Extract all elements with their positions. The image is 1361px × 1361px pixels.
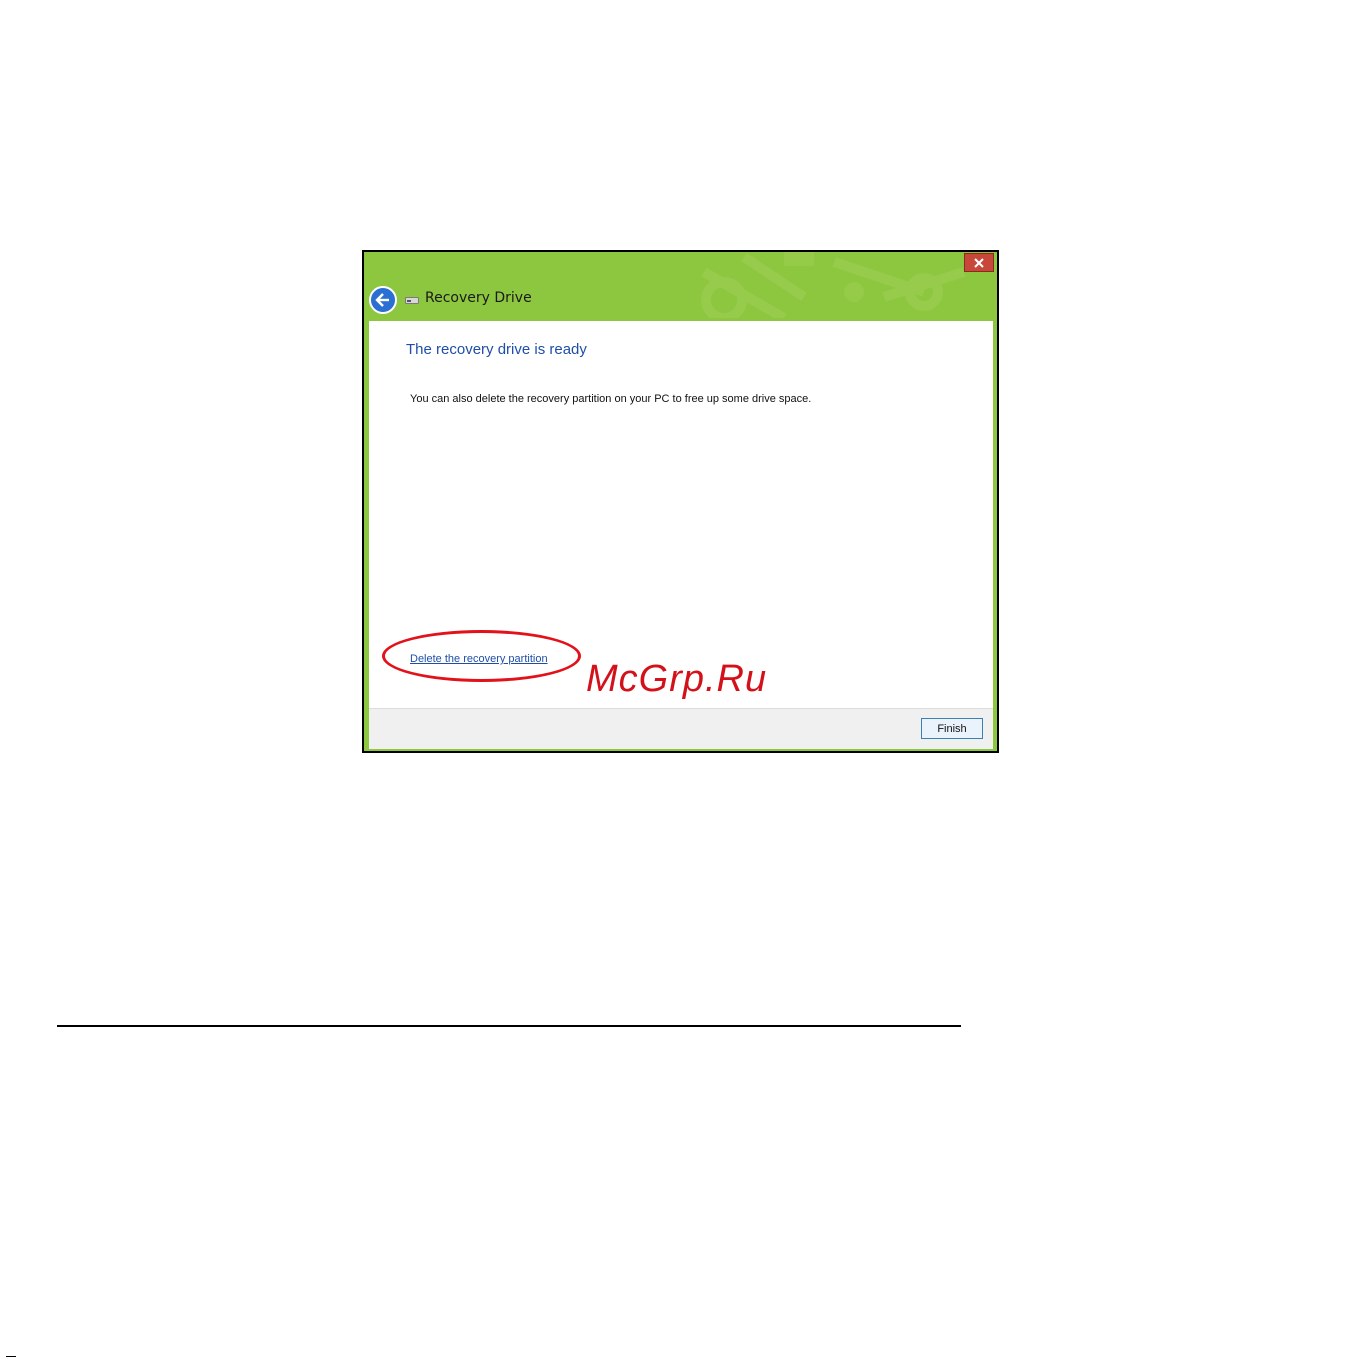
close-button[interactable] xyxy=(964,253,994,272)
delete-recovery-partition-link[interactable]: Delete the recovery partition xyxy=(410,653,548,665)
watermark-text: McGrp.Ru xyxy=(586,658,768,700)
usb-drive-icon xyxy=(405,297,419,304)
finish-button-label: Finish xyxy=(937,722,967,735)
page-divider xyxy=(57,1025,961,1027)
content-pane: The recovery drive is ready You can also… xyxy=(369,321,993,708)
back-arrow-icon xyxy=(375,293,389,307)
corner-mark xyxy=(6,1356,16,1357)
close-icon xyxy=(974,257,984,268)
page-heading: The recovery drive is ready xyxy=(406,341,587,358)
finish-button[interactable]: Finish xyxy=(921,718,983,739)
title-bar: Recovery Drive xyxy=(364,252,997,318)
back-button[interactable] xyxy=(369,286,397,314)
window-title: Recovery Drive xyxy=(425,290,532,306)
info-message: You can also delete the recovery partiti… xyxy=(410,393,812,405)
titlebar-decoration xyxy=(701,252,966,318)
dialog-footer: Finish xyxy=(369,708,993,749)
